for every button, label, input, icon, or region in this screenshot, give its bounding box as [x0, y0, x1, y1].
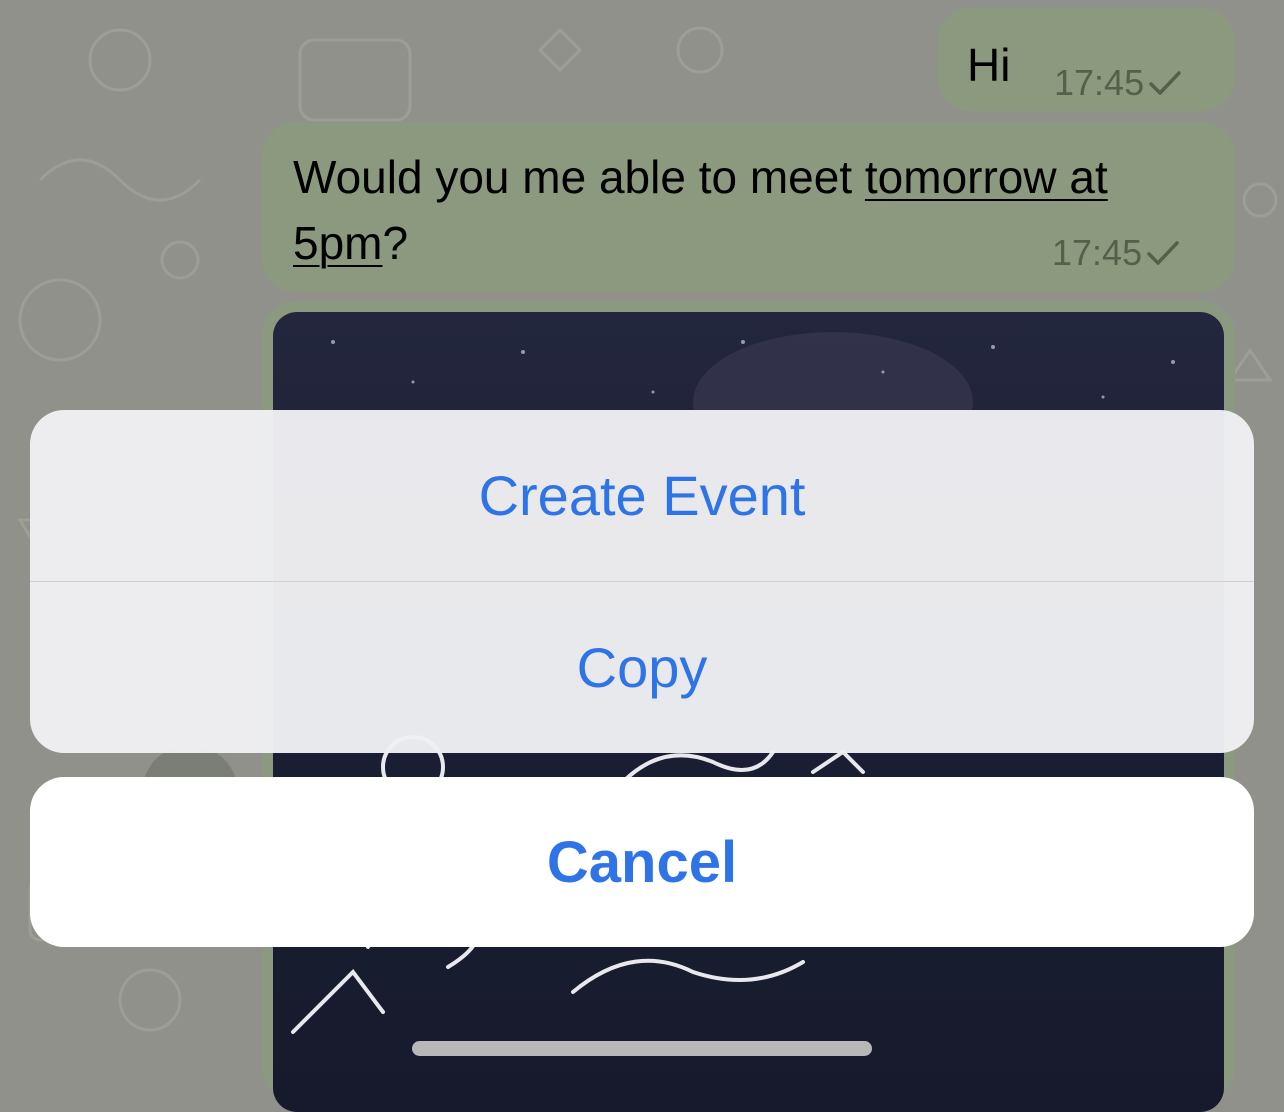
copy-button[interactable]: Copy — [30, 582, 1254, 753]
create-event-button[interactable]: Create Event — [30, 410, 1254, 581]
home-indicator[interactable] — [412, 1041, 872, 1056]
action-sheet: Create Event Copy — [30, 410, 1254, 753]
cancel-button[interactable]: Cancel — [30, 777, 1254, 947]
